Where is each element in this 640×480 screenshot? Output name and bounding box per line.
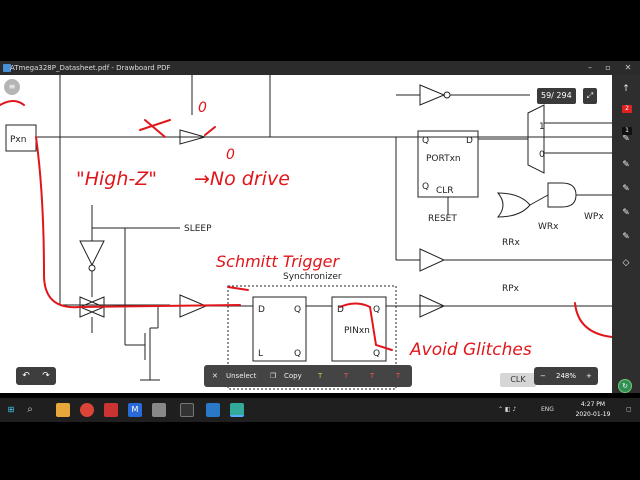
search-icon[interactable]: ⌕: [22, 402, 38, 418]
label-latch-d: D: [258, 305, 265, 315]
label-latch-l: L: [258, 349, 263, 359]
label-latch-q: Q: [294, 305, 301, 315]
label-portxn-q: Q: [422, 136, 429, 146]
windows-taskbar: ⊞ ⌕ M ⌃ ◧ ♪ ENG 4:27 PM 2020-01-19 ▢: [0, 398, 640, 422]
eraser-icon[interactable]: ◇: [618, 255, 634, 271]
label-clr: CLR: [436, 186, 454, 196]
language-indicator[interactable]: ENG: [541, 398, 554, 422]
restore-icon[interactable]: ▫: [598, 61, 618, 75]
title-bar: ATmega328P_Datasheet.pdf - Drawboard PDF…: [0, 61, 640, 75]
label-sleep: SLEEP: [184, 224, 212, 234]
clk-chip: CLK: [500, 373, 536, 387]
text-strike-icon[interactable]: T: [370, 365, 374, 387]
window-title: ATmega328P_Datasheet.pdf - Drawboard PDF: [10, 64, 171, 72]
page-indicator[interactable]: 59/ 294: [537, 88, 576, 104]
app-gray-icon[interactable]: [152, 403, 166, 417]
label-reset: RESET: [428, 214, 457, 224]
drawboard-icon[interactable]: [230, 403, 244, 417]
unselect-button[interactable]: Unselect: [226, 365, 256, 387]
text-yellow-icon[interactable]: T: [318, 365, 322, 387]
pen-red-icon[interactable]: ✎: [618, 157, 634, 173]
label-pinxn: PINxn: [344, 326, 370, 336]
undo-redo-bar: ↶ ↷: [16, 367, 56, 385]
app-red-icon[interactable]: [104, 403, 118, 417]
pdf-canvas[interactable]: "High-Z" →No drive Schmitt Trigger Avoid…: [0, 75, 612, 393]
tray-icons[interactable]: ⌃ ◧ ♪: [498, 398, 516, 422]
label-portxn-d: D: [466, 136, 473, 146]
label-portxn: PORTxn: [426, 154, 461, 164]
undo-icon[interactable]: ↶: [18, 367, 34, 385]
text-red-icon[interactable]: T: [344, 365, 348, 387]
zoom-out-button[interactable]: −: [540, 367, 546, 385]
zoom-bar: − 248% +: [534, 367, 598, 385]
selection-toolbar: ✕ Unselect ❐ Copy T T T T: [204, 365, 412, 387]
schematic-drawing: "High-Z" →No drive Schmitt Trigger Avoid…: [0, 75, 612, 390]
app-blue-icon[interactable]: [206, 403, 220, 417]
label-pxn: Pxn: [10, 135, 26, 145]
redo-icon[interactable]: ↷: [38, 367, 54, 385]
sync-icon[interactable]: ↻: [618, 379, 632, 393]
marker-icon[interactable]: ✎: [618, 229, 634, 245]
annotation-highz: "High-Z": [76, 168, 157, 190]
notification-icon[interactable]: ▢: [626, 398, 632, 422]
red-badge: 2: [622, 105, 632, 113]
label-mux-1: 1: [539, 122, 545, 132]
clock[interactable]: 4:27 PM 2020-01-19: [568, 400, 618, 420]
label-rpx: RPx: [502, 284, 520, 294]
label-pin-qbar: Q: [373, 349, 380, 359]
annotation-nodrive: →No drive: [194, 168, 290, 190]
zoom-value: 248%: [556, 372, 577, 380]
label-pin-d: D: [337, 305, 344, 315]
clk-label: CLK: [510, 375, 526, 384]
terminal-icon[interactable]: [180, 403, 194, 417]
fullscreen-icon[interactable]: ⤢: [583, 88, 597, 104]
tool-sidebar: ↑ 2 ✎ 1 ✎ ✎ ✎ ✎ ◇: [612, 75, 640, 393]
arrow-icon[interactable]: ↑: [618, 81, 634, 97]
label-pin-q: Q: [373, 305, 380, 315]
zoom-in-button[interactable]: +: [586, 367, 592, 385]
hamburger-icon[interactable]: ≡: [4, 79, 20, 95]
close-icon[interactable]: ✕: [618, 61, 638, 75]
annotation-zero-top: 0: [198, 100, 207, 116]
label-mux-0: 0: [539, 150, 545, 160]
label-portxn-qbar: Q: [422, 182, 429, 192]
copy-button[interactable]: Copy: [284, 365, 302, 387]
label-wrx: WRx: [538, 222, 559, 232]
pen-blue-icon[interactable]: ✎: [618, 181, 634, 197]
label-synchronizer: Synchronizer: [283, 272, 342, 282]
minimize-icon[interactable]: –: [580, 61, 600, 75]
folder-icon[interactable]: [56, 403, 70, 417]
label-rrx: RRx: [502, 238, 521, 248]
text-under-icon[interactable]: T: [396, 365, 400, 387]
chrome-icon[interactable]: [80, 403, 94, 417]
annotation-glitches: Avoid Glitches: [409, 340, 532, 360]
unselect-icon[interactable]: ✕: [212, 365, 218, 387]
clock-date: 2020-01-19: [575, 411, 611, 418]
windows-start-icon[interactable]: ⊞: [4, 403, 18, 417]
app-mp-icon[interactable]: M: [128, 403, 142, 417]
highlighter-icon[interactable]: ✎: [618, 205, 634, 221]
label-wpx: WPx: [584, 212, 604, 222]
annotation-schmitt: Schmitt Trigger: [216, 252, 340, 271]
copy-icon[interactable]: ❐: [270, 365, 276, 387]
annotation-zero-bottom: 0: [226, 147, 235, 163]
label-latch-qbar: Q: [294, 349, 301, 359]
clock-time: 4:27 PM: [580, 401, 606, 408]
badge-1: 1: [622, 127, 632, 135]
